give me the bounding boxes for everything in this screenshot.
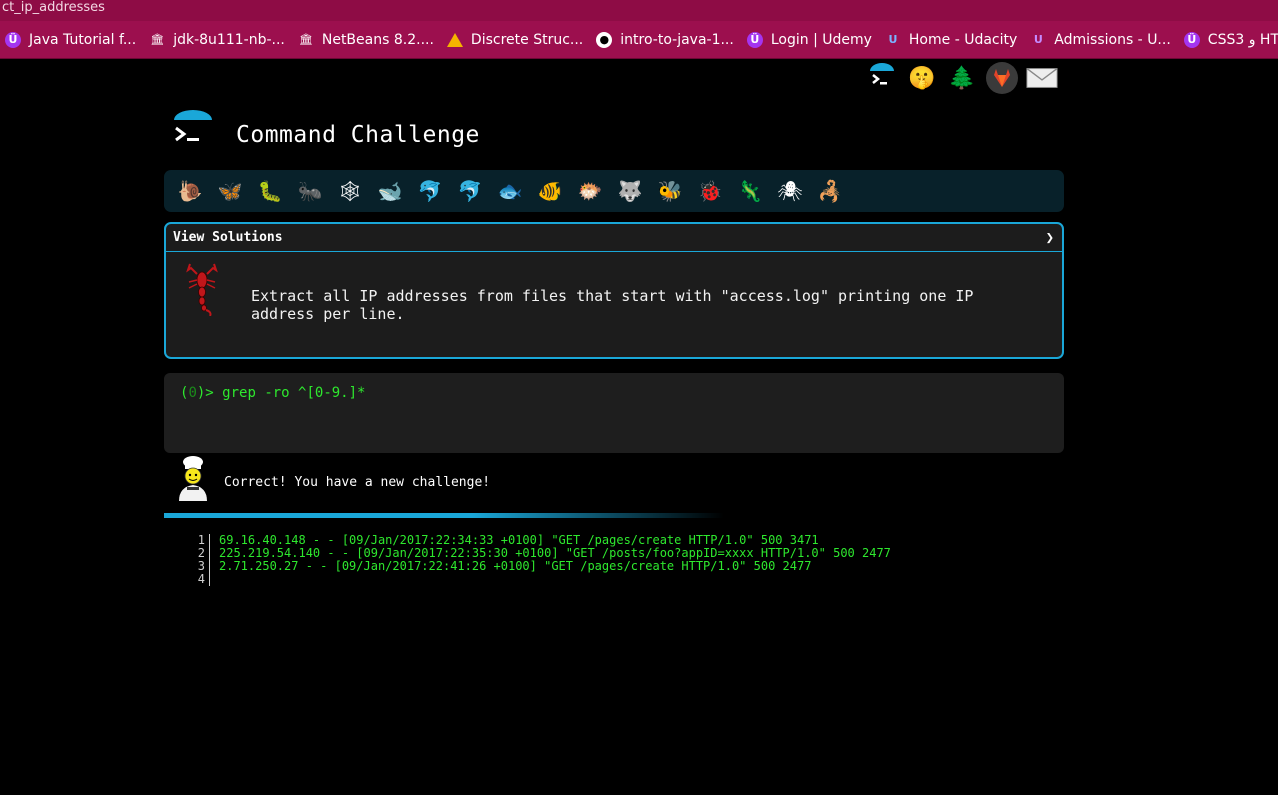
output-line: 3 2.71.250.27 - - [09/Jan/2017:22:41:26 … xyxy=(180,560,891,573)
command-output: 1 69.16.40.148 - - [09/Jan/2017:22:34:33… xyxy=(180,534,891,586)
bookmark-css3[interactable]: Ü CSS3 و HTM xyxy=(1183,31,1278,48)
bookmarks-bar: Ü Java Tutorial f... 🏛 jdk-8u111-nb-... … xyxy=(0,21,1278,59)
spider-icon[interactable]: 🕷 xyxy=(770,173,810,209)
output-line: 4 xyxy=(180,573,891,586)
scorpion-icon xyxy=(184,262,220,317)
bookmark-java-tutorial[interactable]: Ü Java Tutorial f... xyxy=(5,31,137,48)
ant-icon[interactable]: 🐜 xyxy=(290,173,330,209)
challenge-body: Extract all IP addresses from files that… xyxy=(166,252,1062,357)
line-number: 2 xyxy=(180,547,210,560)
output-text: 2.71.250.27 - - [09/Jan/2017:22:41:26 +0… xyxy=(219,559,812,573)
snail-icon[interactable]: 🐌 xyxy=(170,173,210,209)
udemy-icon: Ü xyxy=(5,31,21,48)
bookmark-label: Java Tutorial f... xyxy=(29,31,137,48)
line-number: 4 xyxy=(180,573,210,586)
bookmark-label: Login | Udemy xyxy=(770,31,872,48)
challenge-card: View Solutions ❯ Extract all IP addresse… xyxy=(164,222,1064,359)
bookmark-label: jdk-8u111-nb-... xyxy=(173,31,285,48)
bookmark-label: intro-to-java-1... xyxy=(620,31,734,48)
ladybug-icon[interactable]: 🐞 xyxy=(690,173,730,209)
bee-icon[interactable]: 🐝 xyxy=(650,173,690,209)
bookmark-login-udemy[interactable]: Ü Login | Udemy xyxy=(746,31,872,48)
spiderweb-icon[interactable]: 🕸 xyxy=(330,173,370,209)
bookmark-discrete[interactable]: Discrete Struc... xyxy=(446,31,584,48)
header-icons: 🤫 🌲 xyxy=(866,62,1058,94)
bookmark-label: Discrete Struc... xyxy=(470,31,584,48)
tree-icon[interactable]: 🌲 xyxy=(946,62,978,94)
terminal-logo-icon[interactable] xyxy=(866,62,898,94)
terminal[interactable]: (0)> grep -ro ^[0-9.]* xyxy=(164,373,1064,453)
line-number: 1 xyxy=(180,534,210,547)
page-title: Command Challenge xyxy=(236,122,480,148)
bookmark-netbeans[interactable]: 🏛 NetBeans 8.2.... xyxy=(298,32,434,48)
exit-status: 0 xyxy=(188,385,197,401)
view-solutions-label: View Solutions xyxy=(173,230,283,245)
wolf-icon[interactable]: 🐺 xyxy=(610,173,650,209)
shushing-face-icon[interactable]: 🤫 xyxy=(906,62,938,94)
tropical-fish-icon[interactable]: 🐠 xyxy=(530,173,570,209)
butterfly-icon[interactable]: 🦋 xyxy=(210,173,250,209)
github-icon: ● xyxy=(596,31,613,48)
browser-tab-title: ct_ip_addresses xyxy=(0,0,1278,21)
chef-avatar-icon xyxy=(175,455,211,501)
site-logo-icon[interactable] xyxy=(170,108,216,154)
scorpion-icon[interactable]: 🦂 xyxy=(810,173,850,209)
chevron-right-icon: ❯ xyxy=(1045,229,1054,246)
bookmark-label: CSS3 و HTM xyxy=(1207,31,1278,48)
whale-icon[interactable]: 🐋 xyxy=(370,173,410,209)
dolphin-grey-icon[interactable]: 🐬 xyxy=(450,173,490,209)
blowfish-icon[interactable]: 🐡 xyxy=(570,173,610,209)
feedback-message: Correct! You have a new challenge! xyxy=(224,475,491,490)
bookmark-label: Admissions - U... xyxy=(1054,31,1171,48)
dolphin-icon[interactable]: 🐬 xyxy=(410,173,450,209)
bank-icon: 🏛 xyxy=(298,33,313,46)
mail-icon[interactable] xyxy=(1026,62,1058,94)
line-number: 3 xyxy=(180,560,210,573)
udacity-icon: U xyxy=(888,33,898,46)
command-input[interactable]: grep -ro ^[0-9.]* xyxy=(222,385,365,401)
fish-icon[interactable]: 🐟 xyxy=(490,173,530,209)
udemy-icon: Ü xyxy=(1183,31,1200,48)
bookmark-jdk[interactable]: 🏛 jdk-8u111-nb-... xyxy=(149,32,285,48)
prompt-close: )> xyxy=(196,385,223,401)
progress-underline xyxy=(164,513,724,518)
view-solutions-toggle[interactable]: View Solutions ❯ xyxy=(166,224,1062,252)
bookmark-admissions[interactable]: U Admissions - U... xyxy=(1030,32,1171,48)
challenge-description: Extract all IP addresses from files that… xyxy=(251,287,974,323)
lizard-icon[interactable]: 🦎 xyxy=(730,173,770,209)
gitlab-icon[interactable] xyxy=(986,62,1018,94)
bookmark-intro-java[interactable]: ● intro-to-java-1... xyxy=(596,31,734,48)
bank-icon: 🏛 xyxy=(150,33,165,46)
bookmark-label: Home - Udacity xyxy=(908,31,1018,48)
drive-icon xyxy=(446,32,463,47)
bookmark-udacity-home[interactable]: U Home - Udacity xyxy=(885,32,1017,48)
udacity-icon: U xyxy=(1033,33,1043,46)
udemy-icon: Ü xyxy=(746,31,763,48)
caterpillar-icon[interactable]: 🐛 xyxy=(250,173,290,209)
bookmark-label: NetBeans 8.2.... xyxy=(321,31,434,48)
challenge-creature-bar: 🐌 🦋 🐛 🐜 🕸 🐋 🐬 🐬 🐟 🐠 🐡 🐺 🐝 🐞 🦎 🕷 🦂 xyxy=(164,170,1064,212)
